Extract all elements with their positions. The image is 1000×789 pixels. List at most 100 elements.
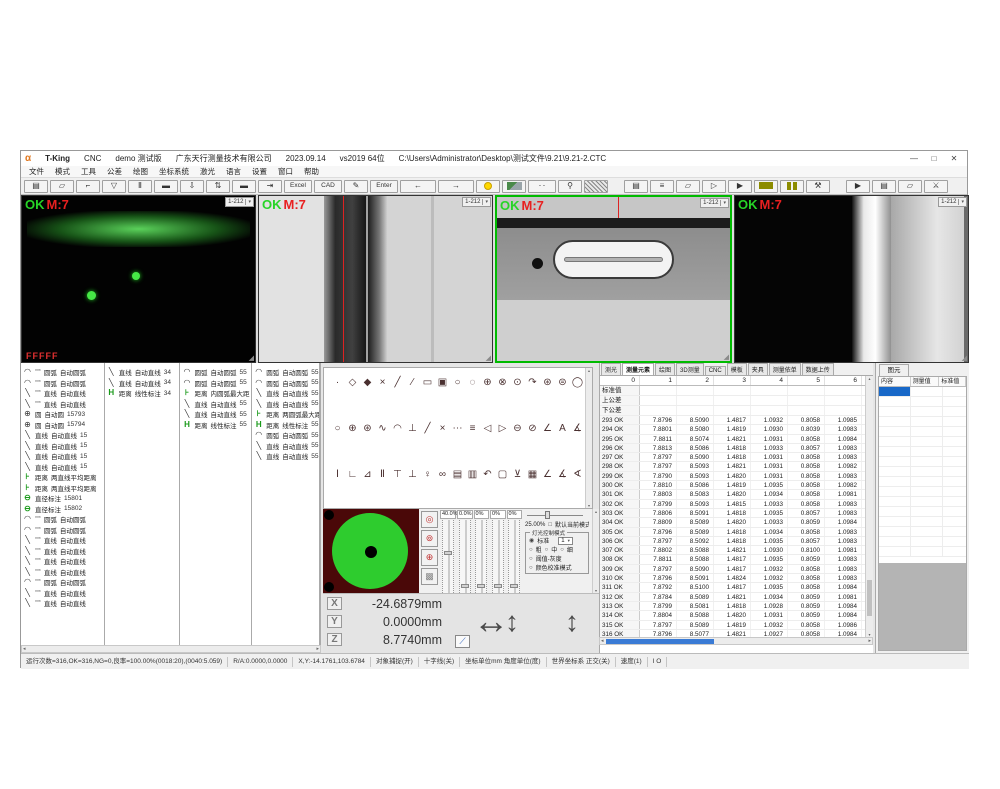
- palette-tool-icon[interactable]: ×: [435, 422, 450, 468]
- list-item[interactable]: ◠***圆弧自动圆弧: [21, 367, 104, 378]
- list-item[interactable]: ◠圆弧自动圆弧55: [180, 367, 251, 378]
- list-item[interactable]: ╲直线自动直线55: [252, 388, 319, 399]
- gray-panel-button[interactable]: ▬: [154, 180, 178, 193]
- table-row[interactable]: 296 OK7.88138.50861.48181.09330.80571.09…: [600, 444, 865, 453]
- tab-测量元素[interactable]: 测量元素: [622, 363, 654, 375]
- table-row[interactable]: 305 OK7.87968.50891.48181.09340.80581.09…: [600, 528, 865, 537]
- list-item[interactable]: ╲***直线自动直线: [21, 546, 104, 557]
- camera-zoom-select[interactable]: 1-212▾: [938, 197, 967, 207]
- master-light-slider[interactable]: [527, 511, 583, 519]
- list-item[interactable]: ╲***直线自动直线: [21, 399, 104, 410]
- palette-tool-icon[interactable]: ⊘: [525, 422, 540, 468]
- slider-track[interactable]: [475, 520, 487, 593]
- save2-button[interactable]: ▤: [872, 180, 896, 193]
- gray-panel2-button[interactable]: ▬: [232, 180, 256, 193]
- menu-item-语言[interactable]: 语言: [226, 166, 241, 177]
- jog-left-button[interactable]: ←: [400, 180, 436, 193]
- camera-zoom-select[interactable]: 1-212▾: [462, 197, 491, 207]
- slider-track[interactable]: [492, 520, 504, 593]
- list-item[interactable]: ╲直线自动直线15: [21, 462, 104, 473]
- table-row[interactable]: 307 OK7.88028.50881.48211.09300.81001.09…: [600, 546, 865, 555]
- palette-tool-icon[interactable]: ▷: [495, 422, 510, 468]
- tool-x-button[interactable]: ⚔: [924, 180, 948, 193]
- palette-tool-icon[interactable]: Ⅱ: [375, 468, 390, 514]
- z-axis-button[interactable]: Z: [327, 633, 342, 646]
- palette-tool-icon[interactable]: ⊜: [555, 376, 570, 422]
- open2-button[interactable]: ▱: [898, 180, 922, 193]
- slider-thumb[interactable]: [494, 584, 502, 588]
- list-item[interactable]: ╲直线自动直线55: [252, 441, 319, 452]
- element-row[interactable]: [879, 417, 966, 427]
- list-item[interactable]: ╲直线自动直线55: [252, 451, 319, 462]
- palette-tool-icon[interactable]: ⊤: [390, 468, 405, 514]
- list-item[interactable]: ⊦距离内圆弧最大距: [180, 388, 251, 399]
- ring-light-widget[interactable]: [323, 509, 419, 593]
- slider-track[interactable]: [508, 520, 520, 593]
- menu-item-设置[interactable]: 设置: [252, 166, 267, 177]
- scroll-thumb[interactable]: [867, 580, 872, 617]
- palette-tool-icon[interactable]: ◯: [570, 376, 585, 422]
- scroll-right-icon[interactable]: ▸: [316, 646, 319, 652]
- radio-on-icon[interactable]: ◉: [529, 537, 534, 544]
- list-item[interactable]: H距离线性标注34: [105, 388, 180, 399]
- element-row[interactable]: [879, 507, 966, 517]
- play-button[interactable]: ▶: [846, 180, 870, 193]
- palette-tool-icon[interactable]: ∕: [405, 376, 420, 422]
- palette-tool-icon[interactable]: ⋯: [450, 422, 465, 468]
- list-item[interactable]: ╲直线自动直线34: [105, 378, 180, 389]
- slider-track[interactable]: [459, 520, 471, 593]
- move-right-button[interactable]: ⇥: [258, 180, 282, 193]
- table-row[interactable]: 315 OK7.87978.50891.48191.09320.80581.09…: [600, 621, 865, 630]
- element-row[interactable]: [879, 427, 966, 437]
- pen-button[interactable]: ✎: [344, 180, 368, 193]
- palette-tool-icon[interactable]: ↷: [525, 376, 540, 422]
- palette-tool-icon[interactable]: ▢: [495, 468, 510, 514]
- table-row[interactable]: 297 OK7.87978.50901.48181.09310.80581.09…: [600, 453, 865, 462]
- element-row[interactable]: [879, 517, 966, 527]
- palette-tool-icon[interactable]: ○: [450, 376, 465, 422]
- table-row-fixed[interactable]: 上公差: [600, 396, 865, 406]
- results-vscrollbar[interactable]: ▴ ▾: [865, 376, 873, 637]
- palette-tool-icon[interactable]: ∞: [435, 468, 450, 514]
- list-item[interactable]: ◠圆弧自动圆弧55: [252, 367, 319, 378]
- list-item[interactable]: ╲直线自动直线15: [21, 451, 104, 462]
- table-row[interactable]: 306 OK7.87978.50921.48181.09350.80571.09…: [600, 537, 865, 546]
- list-item[interactable]: ╲***直线自动直线: [21, 588, 104, 599]
- element-row[interactable]: [879, 487, 966, 497]
- table-row[interactable]: 293 OK7.87968.50901.48171.09320.80581.09…: [600, 416, 865, 425]
- palette-tool-icon[interactable]: ∡: [555, 468, 570, 514]
- list-item[interactable]: ╲***直线自动直线: [21, 567, 104, 578]
- image-button[interactable]: [502, 180, 526, 193]
- table-row[interactable]: 313 OK7.87998.50811.48181.09280.80591.09…: [600, 602, 865, 611]
- menu-item-帮助[interactable]: 帮助: [304, 166, 319, 177]
- table-row[interactable]: 304 OK7.88098.50891.48201.09330.80591.09…: [600, 518, 865, 527]
- zoom-tool-button[interactable]: ⚲: [558, 180, 582, 193]
- list-item[interactable]: H距离线性标注55: [252, 420, 319, 431]
- minus-minus-button[interactable]: - -: [528, 180, 556, 193]
- camera-2[interactable]: OKM:7 1-212▾ ◢: [258, 195, 493, 363]
- save-button[interactable]: ▤: [24, 180, 48, 193]
- cad-button[interactable]: CAD: [314, 180, 342, 193]
- palette-tool-icon[interactable]: ⊖: [510, 422, 525, 468]
- list-item[interactable]: ╲直线自动直线55: [180, 399, 251, 410]
- camera-1[interactable]: FFFFF OKM:7 1-212▾ ◢: [21, 195, 256, 363]
- scroll-thumb[interactable]: [606, 639, 714, 644]
- slider-thumb[interactable]: [510, 584, 518, 588]
- radio-off-icon[interactable]: ○: [529, 565, 533, 571]
- tab-夹具[interactable]: 夹具: [748, 363, 768, 375]
- palette-tool-icon[interactable]: ◇: [345, 376, 360, 422]
- scroll-up-icon[interactable]: ▴: [866, 376, 873, 381]
- lists-hscrollbar[interactable]: ◂ ▸: [21, 645, 321, 653]
- table-row[interactable]: 309 OK7.87978.50901.48171.09320.80581.09…: [600, 565, 865, 574]
- palette-tool-icon[interactable]: ⊻: [510, 468, 525, 514]
- options-vscrollbar[interactable]: ▴ ▾: [592, 509, 599, 593]
- table-row[interactable]: 294 OK7.88018.50801.48191.09300.80391.09…: [600, 425, 865, 434]
- table-row[interactable]: 316 OK7.87968.50771.48211.09270.80581.09…: [600, 630, 865, 637]
- table-row-fixed[interactable]: 下公差: [600, 406, 865, 416]
- palette-tool-icon[interactable]: ∠: [540, 468, 555, 514]
- element-row[interactable]: [879, 437, 966, 447]
- radio-off-icon[interactable]: ○: [529, 556, 533, 562]
- menu-item-工具[interactable]: 工具: [81, 166, 96, 177]
- radio-off-icon[interactable]: ○: [560, 547, 564, 553]
- palette-tool-icon[interactable]: ⊕: [480, 376, 495, 422]
